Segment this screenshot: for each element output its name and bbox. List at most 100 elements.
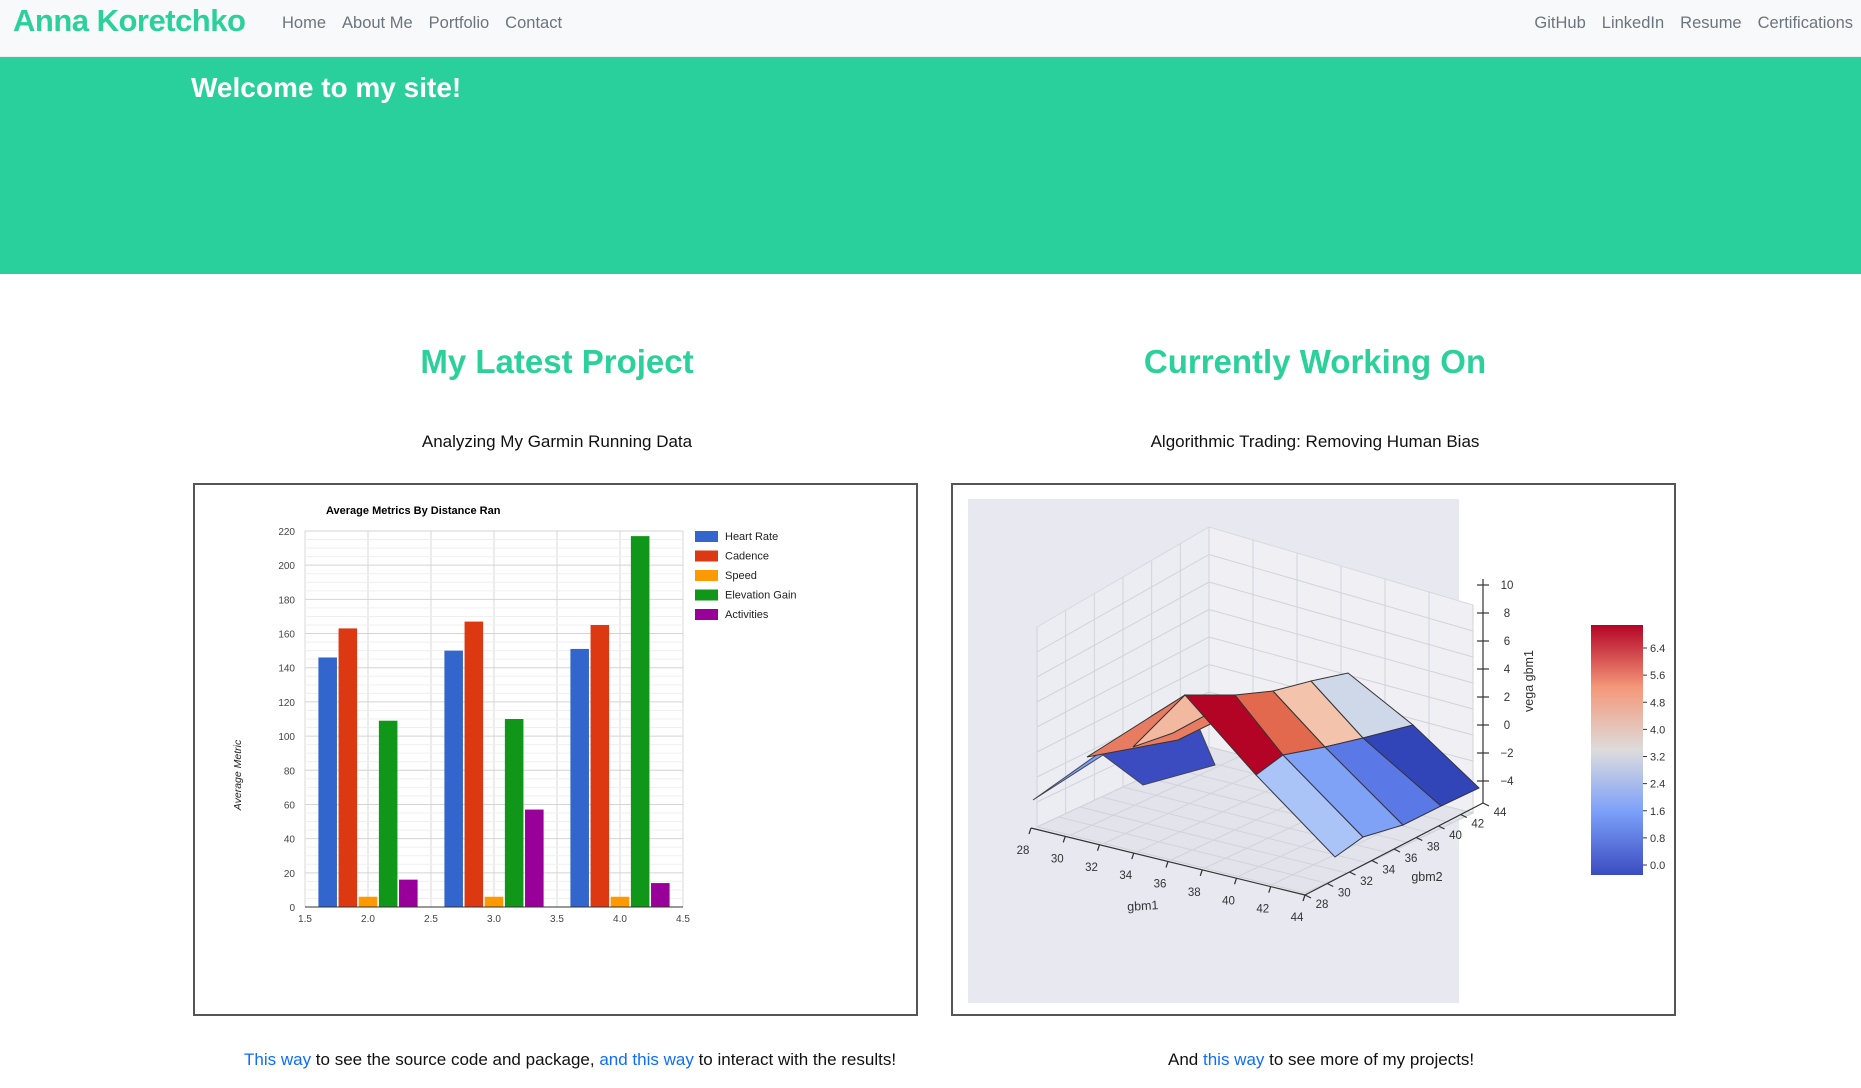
x-tick-label: 1.5 <box>298 914 312 925</box>
legend-swatch <box>695 609 718 620</box>
nav-link-portfolio[interactable]: Portfolio <box>421 14 498 33</box>
y-tick-label: 120 <box>278 698 295 709</box>
x-axis-label: gbm1 <box>1127 898 1159 914</box>
bar-heart-rate <box>318 657 337 907</box>
x-tick-label: 40 <box>1222 895 1235 907</box>
colorbar-tick-label: 3.2 <box>1650 752 1665 764</box>
x-tick-label: 4.0 <box>613 914 627 925</box>
interact-results-link[interactable]: and this way <box>599 1050 694 1069</box>
y-tick <box>1482 802 1490 807</box>
y-tick-label: 100 <box>278 732 295 743</box>
y-tick-label: 200 <box>278 561 295 572</box>
vega-surface-plot: 2830323436384042442830323436384042441086… <box>968 499 1665 1003</box>
nav-link-about-me[interactable]: About Me <box>334 14 421 33</box>
bar-heart-rate <box>444 650 463 907</box>
legend-label: Elevation Gain <box>725 590 797 602</box>
nav-link-certifications[interactable]: Certifications <box>1750 14 1861 33</box>
nav-link-resume[interactable]: Resume <box>1672 14 1749 33</box>
z-tick-label: −2 <box>1500 748 1513 760</box>
brand-logo[interactable]: Anna Koretchko <box>13 3 246 39</box>
bar-activities <box>399 879 418 907</box>
nav-left: Home About Me Portfolio Contact <box>274 14 570 33</box>
legend-label: Heart Rate <box>725 531 778 543</box>
legend-swatch <box>695 570 718 581</box>
more-projects-prefix: And <box>1168 1050 1203 1069</box>
y-tick-label: 220 <box>278 527 295 538</box>
z-tick-label: 4 <box>1504 664 1511 676</box>
bar-elevation-gain <box>378 720 398 907</box>
nav-right: GitHub LinkedIn Resume Certifications <box>1526 14 1861 33</box>
current-work-heading: Currently Working On <box>1143 343 1487 380</box>
y-tick-label: 40 <box>284 835 296 846</box>
x-tick-label: 44 <box>1291 912 1304 924</box>
legend-swatch <box>695 550 718 562</box>
x-tick-label: 2.5 <box>424 914 438 925</box>
x-tick-label: 42 <box>1256 904 1269 916</box>
colorbar-tick-label: 2.4 <box>1650 779 1665 791</box>
trading-chart-frame[interactable]: 28 30 32 34 36 38 40 42 44 28 30 32 34 36 38 40 42 44 10 8 6… <box>951 483 1676 1016</box>
chart-title: Average Metrics By Distance Ran <box>326 505 501 517</box>
legend-swatch <box>695 531 718 542</box>
colorbar-tick-label: 6.4 <box>1650 643 1665 655</box>
latest-project-heading: My Latest Project <box>420 343 694 380</box>
x-tick-label: 38 <box>1188 887 1201 899</box>
nav-link-home[interactable]: Home <box>274 14 334 33</box>
y-axis-label: Average Metric <box>232 739 244 811</box>
y-tick-label: 38 <box>1427 842 1440 854</box>
bar-cadence <box>464 621 484 907</box>
bar-speed <box>358 896 378 907</box>
x-tick-label: 3.5 <box>550 914 564 925</box>
hero-banner: Welcome to my site! <box>0 57 1861 274</box>
x-tick-label: 32 <box>1085 862 1098 874</box>
hero-title: Welcome to my site! <box>191 72 462 103</box>
legend-swatch <box>695 589 718 601</box>
garmin-bar-chart: Average Metrics By Distance Ran Average … <box>232 505 797 925</box>
bar-activities <box>651 883 670 907</box>
source-code-link[interactable]: This way <box>244 1050 311 1069</box>
legend-label: Activities <box>725 609 769 621</box>
x-tick-label: 34 <box>1119 870 1132 882</box>
y-tick-label: 80 <box>284 766 296 777</box>
y-tick-label: 28 <box>1316 899 1329 911</box>
nav-link-contact[interactable]: Contact <box>497 14 570 33</box>
garmin-chart-frame[interactable]: Average Metrics By Distance Ran Average … <box>193 483 918 1016</box>
colorbar <box>1591 625 1643 875</box>
latest-project-subtitle: Analyzing My Garmin Running Data <box>421 432 693 451</box>
y-tick-label: 44 <box>1494 807 1507 819</box>
interact-results-text: to interact with the results! <box>693 1050 897 1069</box>
y-tick-label: 30 <box>1338 888 1351 900</box>
z-tick-label: 6 <box>1504 636 1510 648</box>
z-tick-label: 10 <box>1501 580 1514 592</box>
nav-link-linkedin[interactable]: LinkedIn <box>1594 14 1672 33</box>
legend-label: Speed <box>725 570 757 582</box>
bar-speed <box>484 896 504 907</box>
nav-link-github[interactable]: GitHub <box>1526 14 1593 33</box>
y-axis-label: gbm2 <box>1411 870 1442 884</box>
project-links-line: This way to see the source code and pack… <box>244 1050 896 1070</box>
x-tick-label: 28 <box>1017 845 1030 857</box>
x-tick-label: 30 <box>1051 853 1064 865</box>
colorbar-tick-label: 1.6 <box>1650 806 1665 818</box>
current-work-subtitle: Algorithmic Trading: Removing Human Bias <box>1150 432 1480 451</box>
z-tick-label: 8 <box>1504 608 1510 620</box>
navbar: Anna Koretchko Home About Me Portfolio C… <box>0 0 1861 57</box>
z-axis-label: vega gbm1 <box>1522 650 1536 712</box>
bar-speed <box>610 896 630 907</box>
bar-elevation-gain <box>630 536 650 907</box>
y-tick-label: 0 <box>289 903 295 914</box>
x-tick-label: 3.0 <box>487 914 501 925</box>
y-tick-label: 34 <box>1382 865 1395 877</box>
y-tick-label: 40 <box>1449 830 1462 842</box>
bar-activities <box>525 809 544 907</box>
y-tick-label: 20 <box>284 869 296 880</box>
y-tick-label: 36 <box>1405 853 1418 865</box>
colorbar-tick-label: 4.8 <box>1650 697 1665 709</box>
more-projects-link[interactable]: this way <box>1203 1050 1264 1069</box>
y-tick-label: 60 <box>284 800 296 811</box>
source-code-text: to see the source code and package, <box>311 1050 600 1069</box>
y-tick-label: 42 <box>1471 819 1484 831</box>
z-tick-label: 2 <box>1504 692 1510 704</box>
x-tick-label: 2.0 <box>361 914 375 925</box>
more-projects-text: to see more of my projects! <box>1264 1050 1475 1069</box>
bar-cadence <box>338 628 358 907</box>
